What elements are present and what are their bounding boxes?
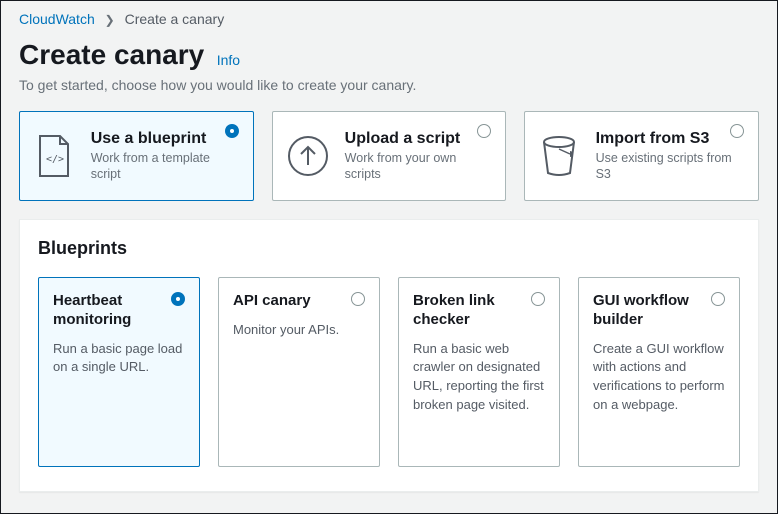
chevron-right-icon: ❯	[105, 13, 115, 27]
method-card-desc: Work from your own scripts	[345, 150, 492, 183]
page-subtitle: To get started, choose how you would lik…	[19, 77, 759, 93]
info-link[interactable]: Info	[217, 52, 240, 68]
breadcrumb: CloudWatch ❯ Create a canary	[1, 1, 777, 33]
blueprint-title: Broken link checker	[413, 292, 545, 330]
radio-icon	[171, 292, 185, 306]
method-card-desc: Use existing scripts from S3	[596, 150, 744, 183]
radio-icon	[225, 124, 239, 138]
method-card-desc: Work from a template script	[91, 150, 239, 183]
method-card-blueprint[interactable]: </> Use a blueprint Work from a template…	[19, 111, 254, 201]
method-card-title: Use a blueprint	[91, 130, 239, 148]
blueprint-title: API canary	[233, 292, 365, 311]
method-card-import-s3[interactable]: Import from S3 Use existing scripts from…	[524, 111, 759, 201]
method-card-text: Use a blueprint Work from a template scr…	[91, 130, 239, 183]
blueprint-desc: Run a basic web crawler on designated UR…	[413, 340, 545, 415]
method-card-title: Upload a script	[345, 130, 492, 148]
method-selector-row: </> Use a blueprint Work from a template…	[1, 103, 777, 219]
blueprints-heading: Blueprints	[38, 238, 740, 259]
method-card-upload[interactable]: Upload a script Work from your own scrip…	[272, 111, 507, 201]
radio-icon	[351, 292, 365, 306]
blueprint-title: GUI workflow builder	[593, 292, 725, 330]
upload-arrow-icon	[287, 135, 329, 177]
blueprint-row: Heartbeat monitoring Run a basic page lo…	[38, 277, 740, 467]
method-card-title: Import from S3	[596, 130, 744, 148]
breadcrumb-root-link[interactable]: CloudWatch	[19, 11, 95, 27]
blueprint-file-icon: </>	[34, 135, 75, 177]
blueprint-title: Heartbeat monitoring	[53, 292, 185, 330]
blueprint-card-gui-workflow[interactable]: GUI workflow builder Create a GUI workfl…	[578, 277, 740, 467]
radio-icon	[730, 124, 744, 138]
breadcrumb-current: Create a canary	[125, 11, 225, 27]
radio-icon	[711, 292, 725, 306]
blueprint-card-api[interactable]: API canary Monitor your APIs.	[218, 277, 380, 467]
blueprints-panel: Blueprints Heartbeat monitoring Run a ba…	[19, 219, 759, 492]
svg-text:</>: </>	[46, 154, 64, 165]
blueprint-desc: Monitor your APIs.	[233, 321, 365, 340]
method-card-text: Import from S3 Use existing scripts from…	[596, 130, 744, 183]
s3-bucket-icon	[539, 135, 579, 177]
radio-icon	[531, 292, 545, 306]
page-title: Create canary	[19, 39, 204, 71]
blueprint-card-broken-link[interactable]: Broken link checker Run a basic web craw…	[398, 277, 560, 467]
blueprint-card-heartbeat[interactable]: Heartbeat monitoring Run a basic page lo…	[38, 277, 200, 467]
blueprint-desc: Create a GUI workflow with actions and v…	[593, 340, 725, 415]
blueprint-desc: Run a basic page load on a single URL.	[53, 340, 185, 378]
page-header: Create canary Info To get started, choos…	[1, 33, 777, 103]
method-card-text: Upload a script Work from your own scrip…	[345, 130, 492, 183]
